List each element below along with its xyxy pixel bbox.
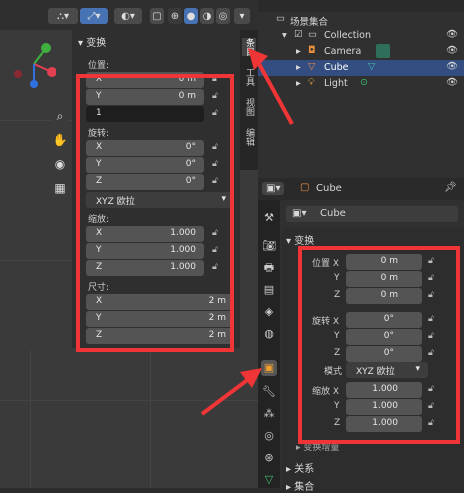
light-icon: 💡︎ [308,77,315,88]
overlay-icon[interactable]: ◐▾ [114,8,142,24]
wireframe-shading-icon[interactable]: ⊕ [168,8,182,24]
mesh-object-icon: ▽ [308,61,316,72]
xray-icon[interactable]: ▢ [150,8,164,24]
light-data-icon: ⊙ [360,77,368,88]
solid-shading-icon[interactable]: ● [184,8,198,24]
zoom-icon[interactable]: ⌕ [50,106,70,126]
mesh-data-icon: ▽ [368,61,376,72]
highlight-box [76,74,234,352]
object-icon: ▢ [300,182,310,193]
output-icon[interactable]: 🖶︎ [261,260,277,276]
collection-icon: ▭ [308,29,317,40]
visibility-eye-icon[interactable]: 👁︎ [446,45,458,56]
view-layer-icon[interactable]: ▤ [261,282,277,298]
tool-icon[interactable]: ⚒ [261,210,277,226]
relations-section-header[interactable]: ▸ 关系 [286,460,314,475]
grid-line [30,350,31,488]
visibility-eye-icon[interactable]: 👁︎ [446,77,458,88]
editor-type-icon[interactable]: ▣▾ [262,182,285,195]
pin-icon[interactable]: 📌︎ [444,182,457,193]
object-name-field[interactable]: ▣▾ Cube [286,206,458,222]
camera-view-icon[interactable]: ◉ [50,154,70,174]
collection-icon: ▭ [276,13,285,24]
panel-title[interactable]: ▾ 变换 [78,34,106,49]
object-icon: ▣▾ [292,208,307,219]
material-shading-icon[interactable]: ◑ [200,8,214,24]
location-label: 位置: [88,61,110,71]
grid-view-icon[interactable]: ▦ [50,178,70,198]
camera-icon: ◘ [308,45,316,56]
shading-options-icon[interactable]: ▾ [234,8,250,24]
transform-section-header[interactable]: ▾ 变换 [286,232,314,247]
physics-icon[interactable]: ◎ [261,428,277,444]
constraints-icon[interactable]: ⊛ [261,450,277,466]
camera-data-icon [376,44,390,58]
highlight-box [298,246,460,444]
select-mode-icon[interactable]: ⛬▾ [48,8,78,24]
scene-collection-row[interactable]: ▭ 场景集合 [258,12,464,28]
navigation-gizmo[interactable] [8,38,56,90]
outliner-header [258,0,464,12]
grid-line [0,260,72,261]
scene-icon[interactable]: ◈ [261,304,277,320]
annotation-arrow [248,48,294,125]
pan-hand-icon[interactable]: ✋ [50,130,70,150]
properties-tabs: ⚒ 📷︎ 🖶︎ ▤ ◈ ◍ ▣ 🔧︎ ⁂ ◎ ⊛ ▽ [258,200,280,488]
render-icon[interactable]: 📷︎ [261,238,277,254]
checkbox-icon[interactable]: ☑ [294,29,303,40]
rendered-shading-icon[interactable]: ◎ [216,8,230,24]
object-data-icon[interactable]: ▽ [261,472,277,488]
collections-section-header[interactable]: ▸ 集合 [286,478,314,493]
tab-edit[interactable]: 编辑 [242,128,256,146]
grid-line [150,350,151,488]
visibility-eye-icon[interactable]: 👁︎ [446,29,458,40]
visibility-eye-icon[interactable]: 👁︎ [446,61,458,72]
transform-gizmo-icon[interactable]: ⤢▾ [80,8,108,24]
properties-header: ▣▾ ▢ Cube 📌︎ [258,178,464,200]
annotation-arrow [200,368,262,416]
viewport-header: ⛬▾ ⤢▾ ◐▾ ▢ ⊕ ● ◑ ◎ ▾ [0,0,258,30]
world-icon[interactable]: ◍ [261,326,277,342]
